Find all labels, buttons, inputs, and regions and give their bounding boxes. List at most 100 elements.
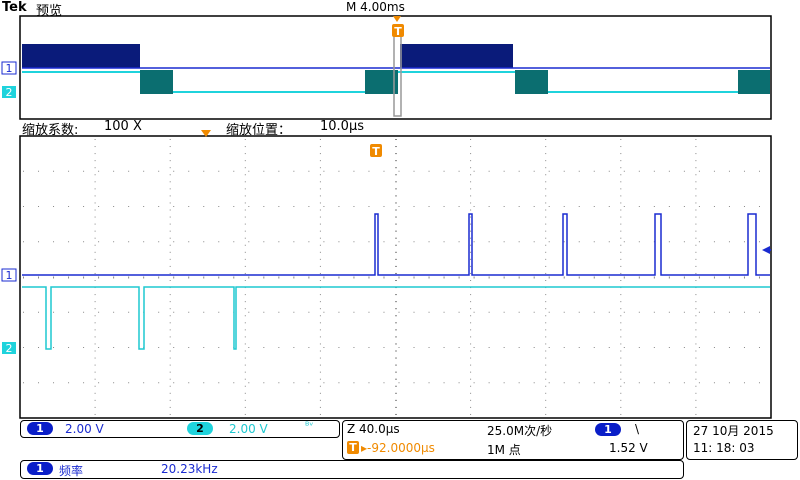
grid-dot: [169, 329, 171, 331]
grid-dot: [113, 170, 115, 172]
grid-dot: [470, 153, 472, 155]
grid-dot: [244, 322, 246, 324]
grid-dot: [620, 336, 622, 338]
grid-dot: [758, 311, 760, 313]
grid-dot: [428, 382, 430, 384]
grid-dot: [545, 364, 547, 366]
grid-dot: [169, 343, 171, 345]
ch2-scale-value[interactable]: 2.00 V: [229, 422, 268, 436]
grid-dot: [545, 392, 547, 394]
grid-dot: [338, 311, 340, 313]
grid-dot: [308, 170, 310, 172]
grid-dot: [188, 241, 190, 243]
grid-dot: [578, 311, 580, 313]
grid-dot: [94, 294, 96, 296]
grid-dot: [38, 382, 40, 384]
ch2-zoom-marker[interactable]: 2: [2, 342, 16, 355]
grid-dot: [244, 195, 246, 197]
grid-dot: [94, 188, 96, 190]
grid-dot: [518, 206, 520, 207]
grid-dot: [695, 371, 697, 373]
grid-dot: [398, 276, 400, 279]
grid-dot: [563, 347, 565, 348]
grid-dot: [470, 174, 472, 176]
grid-dot: [38, 311, 40, 313]
grid-dot: [169, 209, 171, 211]
grid-dot: [473, 382, 475, 384]
measurement-channel-badge[interactable]: 1: [27, 462, 53, 475]
trigger-source-badge[interactable]: 1: [595, 423, 621, 436]
grid-dot: [83, 347, 85, 348]
grid-dot: [563, 170, 565, 172]
grid-dot: [470, 209, 472, 211]
grid-dot: [244, 357, 246, 359]
grid-dot: [713, 276, 715, 279]
grid-dot: [94, 146, 96, 148]
grid-dot: [319, 181, 321, 183]
grid-dot: [533, 311, 535, 313]
grid-dot: [278, 206, 280, 207]
grid-dot: [395, 406, 397, 408]
grid-dot: [38, 241, 40, 243]
grid-dot: [94, 237, 96, 239]
grid-dot: [38, 170, 40, 172]
record-length[interactable]: 1M 点: [487, 441, 521, 458]
grid-dot: [695, 237, 697, 239]
trigger-slope[interactable]: \: [635, 422, 639, 436]
grid-dot: [98, 382, 100, 384]
grid-dot: [395, 329, 397, 331]
grid-dot: [319, 265, 321, 267]
grid-dot: [53, 347, 55, 348]
grid-dot: [728, 170, 730, 172]
grid-dot: [158, 347, 160, 348]
trigger-position-value[interactable]: ▸-92.0000µs: [361, 441, 435, 455]
grid-dot: [428, 347, 430, 348]
grid-dot: [233, 276, 235, 279]
grid-dot: [683, 241, 685, 243]
grid-dot: [470, 357, 472, 359]
grid-dot: [728, 241, 730, 243]
ch1-overview-marker[interactable]: 1: [1, 61, 17, 75]
ch1-scale-value[interactable]: 2.00 V: [65, 422, 104, 436]
trigger-level-value[interactable]: 1.52 V: [609, 441, 648, 455]
grid-dot: [94, 413, 96, 415]
ch2-overview-marker[interactable]: 2: [2, 86, 16, 99]
grid-dot: [395, 413, 397, 415]
grid-dot: [623, 311, 625, 313]
grid-dot: [278, 170, 280, 172]
grid-dot: [94, 209, 96, 211]
grid-dot: [695, 258, 697, 260]
ch1-badge[interactable]: 1: [27, 422, 53, 435]
grid-dot: [169, 406, 171, 408]
grid-dot: [169, 174, 171, 176]
grid-dot: [113, 206, 115, 207]
grid-dot: [244, 139, 246, 140]
grid-dot: [94, 265, 96, 267]
grid-dot: [473, 206, 475, 207]
grid-dot: [518, 170, 520, 172]
grid-dot: [695, 202, 697, 204]
grid-dot: [173, 206, 175, 207]
grid-dot: [395, 244, 397, 246]
grid-dot: [383, 276, 385, 279]
grid-dot: [395, 301, 397, 303]
zoom-time-per-div[interactable]: Z 40.0µs: [347, 422, 400, 436]
grid-dot: [203, 347, 205, 348]
ch2-badge[interactable]: 2: [187, 422, 213, 435]
grid-dot: [743, 241, 745, 243]
grid-dot: [758, 347, 760, 348]
grid-dot: [169, 188, 171, 190]
grid-dot: [668, 170, 670, 172]
grid-dot: [113, 276, 115, 279]
grid-dot: [488, 347, 490, 348]
grid-dot: [503, 206, 505, 207]
grid-dot: [620, 357, 622, 359]
grid-dot: [563, 382, 565, 384]
grid-dot: [563, 311, 565, 313]
ch1-zoom-marker[interactable]: 1: [1, 268, 17, 282]
grid-dot: [758, 170, 760, 172]
grid-dot: [545, 160, 547, 162]
grid-dot: [319, 244, 321, 246]
grid-dot: [488, 311, 490, 313]
grid-dot: [94, 315, 96, 317]
